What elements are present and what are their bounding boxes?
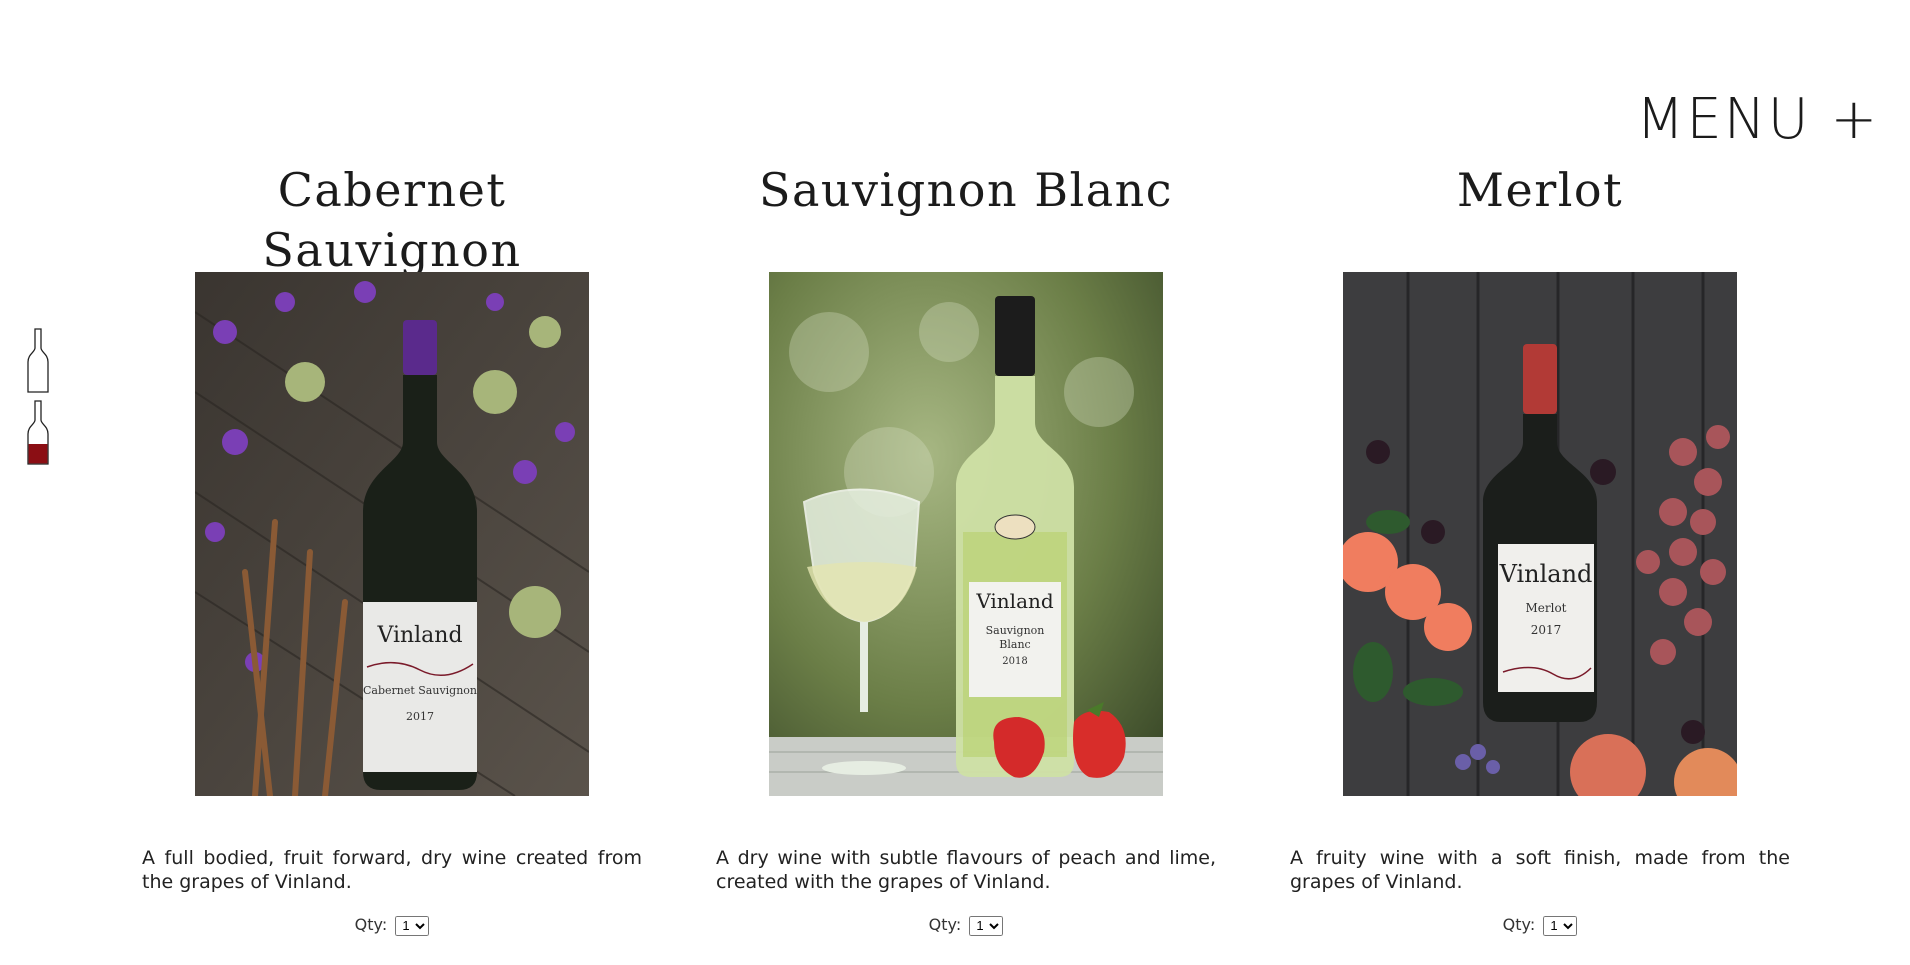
qty-label: Qty: [928,915,962,934]
quantity-select[interactable]: 1 [1543,915,1578,936]
product-card-sauvignon-blanc: Sauvignon Blanc Vinland Sauvignon Blanc … [716,160,1216,936]
product-image: Vinland Merlot 2017 [1343,272,1737,796]
scroll-indicator [26,328,58,472]
product-image: Vinland Cabernet Sauvignon 2017 [195,272,589,796]
product-title: Merlot [1456,163,1624,217]
qty-label: Qty: [354,915,388,934]
quantity-control: Qty: 1 [142,915,642,936]
wine-bottle-filled-icon[interactable] [26,400,50,466]
product-description: A fruity wine with a soft finish, made f… [1290,847,1790,893]
product-image: Vinland Sauvignon Blanc 2018 [769,272,1163,796]
product-description: A full bodied, fruit forward, dry wine c… [142,847,642,893]
product-card-merlot: Merlot Vinland Merlot 2017 A fruity wine… [1290,160,1790,936]
svg-text:2017: 2017 [406,710,434,723]
svg-text:2018: 2018 [1002,656,1027,667]
product-title: Cabernet Sauvignon [262,163,522,277]
product-card-cabernet: Cabernet Sauvignon Vinland Cabernet Sauv… [142,160,642,936]
svg-text:Vinland: Vinland [1499,560,1593,588]
product-title: Sauvignon Blanc [758,163,1174,217]
quantity-select[interactable]: 1 [969,915,1004,936]
product-description: A dry wine with subtle flavours of peach… [716,847,1216,893]
svg-text:2017: 2017 [1531,623,1562,637]
svg-text:Sauvignon: Sauvignon [986,624,1045,637]
svg-text:Merlot: Merlot [1525,601,1566,615]
quantity-select[interactable]: 1 [395,915,430,936]
quantity-control: Qty: 1 [716,915,1216,936]
quantity-control: Qty: 1 [1290,915,1790,936]
menu-button[interactable]: MENU + [1636,92,1879,148]
wine-bottle-icon[interactable] [26,328,50,394]
svg-text:Blanc: Blanc [999,638,1030,651]
svg-text:Cabernet Sauvignon: Cabernet Sauvignon [363,684,477,697]
svg-text:Vinland: Vinland [376,623,462,648]
qty-label: Qty: [1502,915,1536,934]
svg-text:Vinland: Vinland [975,589,1054,613]
